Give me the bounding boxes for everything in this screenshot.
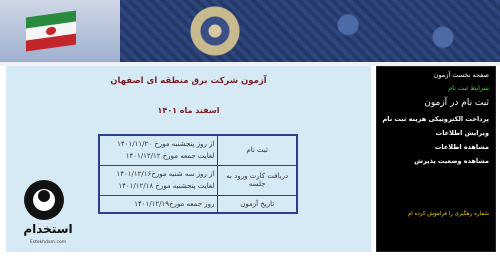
sidebar-item-edit[interactable]: ویرایش اطلاعات: [436, 129, 489, 137]
carpet-pattern-decoration: [120, 0, 500, 62]
schedule-line: از روز پنجشنبه مورخ ۱۴۰۱/۱۱/۲۰: [117, 140, 215, 149]
page-title: آزمون شرکت برق منطقه ای اصفهان: [110, 76, 267, 86]
logo-domain: Estekhdam.com: [29, 240, 67, 245]
schedule-label: ثبت نام: [217, 134, 298, 166]
table-row: تاریخ آزمون روز جمعه مورخ۱۴۰۱/۱۲/۱۹: [98, 194, 298, 213]
logo-person-icon: [38, 190, 50, 202]
header-banner: [0, 0, 500, 62]
schedule-table: ثبت نام از روز پنجشنبه مورخ ۱۴۰۱/۱۱/۲۰ ل…: [98, 134, 298, 214]
schedule-value: از روز سه شنبه مورخ۱۴۰۱/۱۲/۱۶ لغایت پنجش…: [98, 164, 219, 196]
iran-flag-icon: [26, 10, 76, 52]
schedule-value: روز جمعه مورخ۱۴۰۱/۱۲/۱۹: [98, 194, 219, 213]
table-row: ثبت نام از روز پنجشنبه مورخ ۱۴۰۱/۱۱/۲۰ ل…: [98, 134, 298, 166]
sidebar-item-home[interactable]: صفحه نخست آزمون: [434, 71, 489, 79]
logo-text: استخدام: [23, 222, 73, 236]
page-subtitle: اسفند ماه ۱۴۰۱: [157, 106, 220, 115]
schedule-value: از روز پنجشنبه مورخ ۱۴۰۱/۱۱/۲۰ لغایت جمع…: [98, 134, 219, 166]
schedule-label: تاریخ آزمون: [217, 194, 298, 213]
estekhdam-logo-icon: استخدام Estekhdam.com: [2, 176, 94, 256]
schedule-line: روز جمعه مورخ۱۴۰۱/۱۲/۱۹: [134, 199, 215, 208]
sidebar-item-forgot-tracking[interactable]: شماره رهگیری را فراموش کرده ام: [408, 211, 489, 217]
sidebar-item-status[interactable]: مشاهده وضعیت پذیرش: [414, 157, 489, 165]
schedule-label: دریافت کارت ورود به جلسه: [217, 164, 298, 196]
flag-area: [0, 0, 120, 62]
sidebar-item-view-info[interactable]: مشاهده اطلاعات: [435, 143, 489, 151]
schedule-line: لغایت جمعه مورخ ۱۴۰۱/۱۲/۱۲: [125, 152, 215, 161]
sidebar-item-conditions[interactable]: شرایط ثبت نام: [448, 84, 489, 92]
schedule-line: لغایت پنجشنبه مورخ ۱۴۰۱/۱۲/۱۸: [118, 182, 215, 190]
sidebar-nav: صفحه نخست آزمون شرایط ثبت نام ثبت نام در…: [376, 66, 496, 252]
sidebar-item-payment[interactable]: پرداخت الکترونیکی هزینه ثبت نام: [382, 115, 489, 123]
table-row: دریافت کارت ورود به جلسه از روز سه شنبه …: [98, 164, 298, 196]
sidebar-item-register[interactable]: ثبت نام در آزمون: [424, 98, 489, 108]
schedule-line: از روز سه شنبه مورخ۱۴۰۱/۱۲/۱۶: [116, 170, 215, 178]
